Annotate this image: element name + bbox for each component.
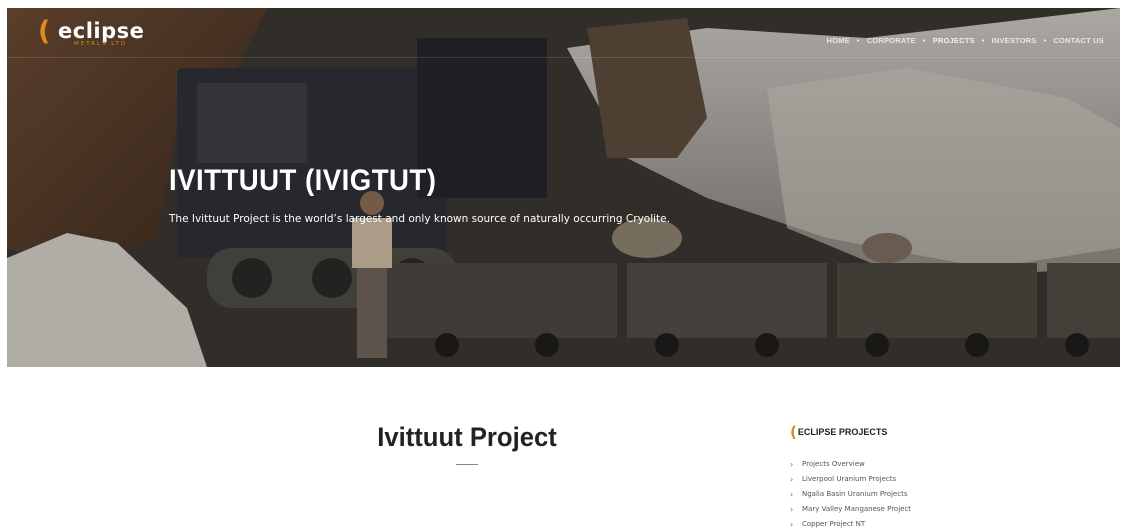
sidebar-item-liverpool-uranium[interactable]: › Liverpool Uranium Projects [790, 472, 911, 487]
chevron-right-icon: › [790, 460, 794, 469]
eclipse-c-icon: ( [790, 423, 797, 441]
sidebar-item-ngalia-basin[interactable]: › Ngalia Basin Uranium Projects [790, 487, 911, 502]
nav-separator: • [922, 36, 926, 45]
sidebar-item-label: Liverpool Uranium Projects [802, 475, 897, 483]
nav-contact-us[interactable]: CONTACT US [1053, 36, 1104, 45]
nav-separator: • [981, 36, 985, 45]
nav-home[interactable]: HOME [827, 36, 850, 45]
chevron-right-icon: › [790, 505, 794, 514]
sidebar-item-label: Mary Valley Manganese Project [802, 505, 912, 513]
hero-subtitle: The Ivittuut Project is the world’s larg… [169, 213, 670, 225]
nav-investors[interactable]: INVESTORS [992, 36, 1037, 45]
sidebar-heading: ( ECLIPSE PROJECTS [790, 423, 887, 441]
chevron-right-icon: › [790, 490, 794, 499]
nav-projects[interactable]: PROJECTS [933, 36, 975, 45]
logo-tagline: METALS LTD [74, 41, 128, 47]
sidebar-item-mary-valley[interactable]: › Mary Valley Manganese Project [790, 502, 911, 517]
logo-c-mark: ( [38, 16, 51, 47]
sidebar-project-list: › Projects Overview › Liverpool Uranium … [790, 457, 911, 532]
chevron-right-icon: › [790, 520, 794, 529]
header-divider [7, 57, 1120, 58]
nav-separator: • [1043, 36, 1047, 45]
sidebar-item-copper-project[interactable]: › Copper Project NT [790, 517, 911, 532]
main-nav: HOME • CORPORATE • PROJECTS • INVESTORS … [827, 36, 1104, 45]
sidebar-item-label: Ngalia Basin Uranium Projects [802, 490, 908, 498]
nav-separator: • [856, 36, 860, 45]
title-underline [456, 464, 478, 465]
sidebar-heading-label: ECLIPSE PROJECTS [797, 427, 888, 437]
sidebar-item-label: Projects Overview [802, 460, 865, 468]
eclipse-logo[interactable]: ( eclipse METALS LTD [38, 16, 158, 48]
hero-title: IVITTUUT (IVIGTUT) [169, 164, 437, 197]
sidebar-item-projects-overview[interactable]: › Projects Overview [790, 457, 911, 472]
sidebar-item-label: Copper Project NT [802, 520, 866, 528]
nav-corporate[interactable]: CORPORATE [867, 36, 916, 45]
chevron-right-icon: › [790, 475, 794, 484]
page-title: Ivittuut Project [377, 422, 557, 452]
hero-banner: ( eclipse METALS LTD HOME • CORPORATE • … [7, 8, 1120, 367]
